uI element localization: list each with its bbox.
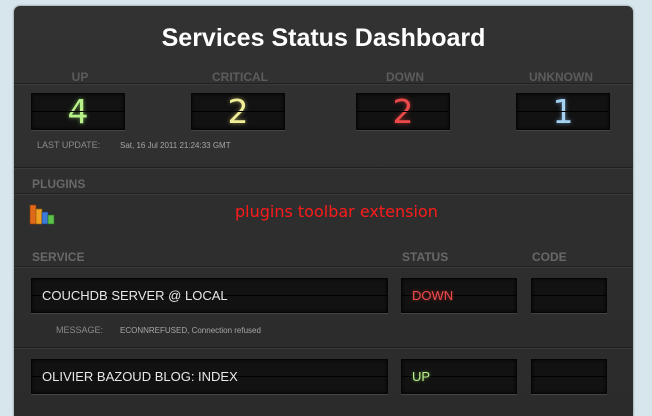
last-update-value: Sat, 16 Jul 2011 21:24:33 GMT [120,141,231,150]
divider [14,347,633,349]
unknown-label: UNKNOWN [529,70,593,84]
code-header: CODE [532,250,567,264]
divider [14,83,633,85]
critical-label: CRITICAL [212,70,268,84]
page-title: Services Status Dashboard [161,24,486,52]
divider [14,266,633,268]
status-box: DOWN [401,278,517,313]
status-box: UP [401,359,517,394]
service-name-box: COUCHDB SERVER @ LOCAL [31,278,388,313]
service-name-box: OLIVIER BAZOUD BLOG: INDEX [31,359,388,394]
message-value: ECONNREFUSED, Connection refused [120,326,261,335]
dashboard-panel: Services Status Dashboard UP CRITICAL DO… [14,6,633,416]
bar-chart-icon[interactable] [28,201,56,225]
divider [14,167,633,169]
down-label: DOWN [386,70,424,84]
last-update-label: LAST UPDATE: [37,140,101,150]
critical-counter: 2 [191,93,285,130]
status-text: DOWN [412,288,454,303]
plugins-label: PLUGINS [32,177,86,191]
code-box [531,359,607,394]
status-header: STATUS [402,250,449,264]
service-header: SERVICE [32,250,85,264]
down-counter: 2 [356,93,450,130]
service-name: OLIVIER BAZOUD BLOG: INDEX [42,369,238,384]
divider [14,193,633,195]
code-box [531,278,607,313]
status-text: UP [412,369,431,384]
unknown-counter: 1 [516,93,610,130]
message-label: MESSAGE: [56,325,104,335]
service-name: COUCHDB SERVER @ LOCAL [42,288,228,303]
up-label: UP [71,70,89,84]
up-counter: 4 [31,93,125,130]
plugins-toolbar-link[interactable]: plugins toolbar extension [235,202,438,221]
